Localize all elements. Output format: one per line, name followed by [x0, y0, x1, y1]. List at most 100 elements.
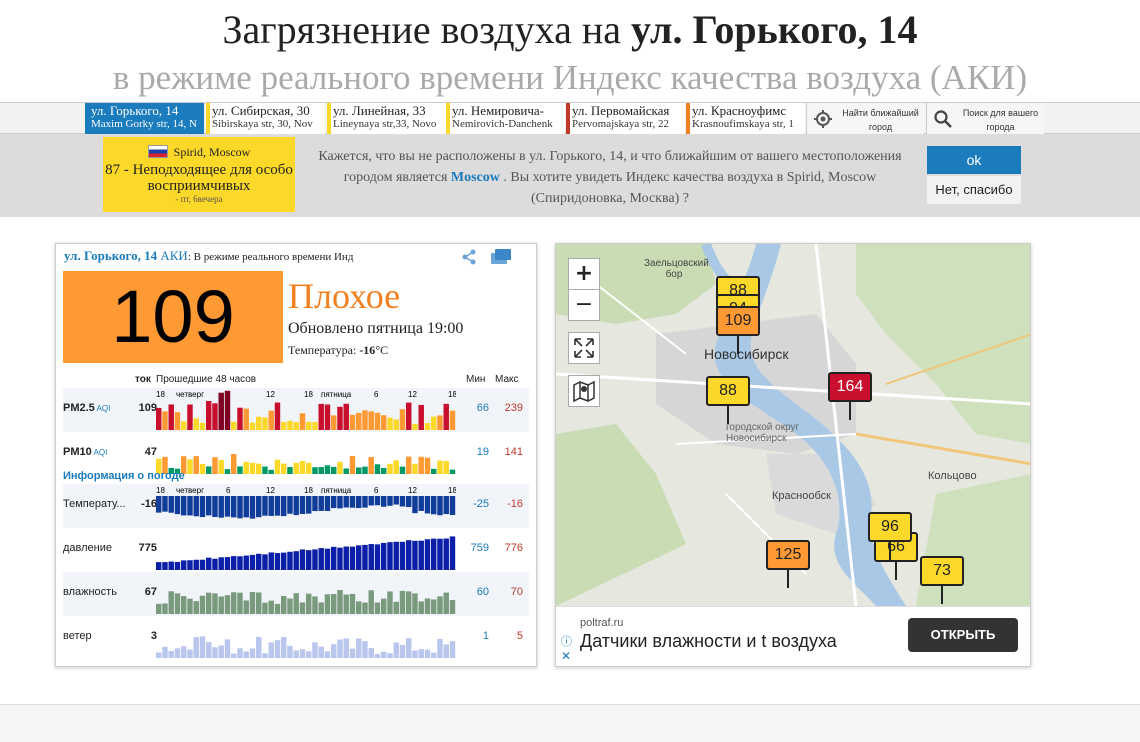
- spark-bar: [418, 404, 424, 430]
- row-sparkline: [156, 636, 456, 658]
- spark-bar: [287, 598, 293, 614]
- suggestion-city-link[interactable]: Moscow: [451, 170, 500, 185]
- station-pin[interactable]: 164: [828, 372, 872, 420]
- spark-bar: [199, 463, 206, 474]
- row-cur: -16: [141, 498, 157, 510]
- spark-bar: [418, 456, 424, 474]
- ad-open-button[interactable]: ОТКРЫТЬ: [908, 618, 1018, 652]
- tab-name: ул. Сибирская, 30: [212, 103, 310, 118]
- spark-bar: [324, 548, 331, 570]
- spark-bar: [406, 638, 412, 658]
- spark-bar: [206, 642, 212, 658]
- history-row[interactable]: давление 775 759 776: [63, 528, 529, 572]
- spark-bar: [306, 496, 312, 514]
- station-tab[interactable]: ул. Горького, 14 Maxim Gorky str, 14, N: [85, 103, 204, 134]
- spark-bar: [318, 602, 324, 614]
- history-row[interactable]: влажность 67 60 70: [63, 572, 529, 616]
- spark-bar: [443, 461, 449, 474]
- spark-bar: [206, 496, 212, 516]
- weather-info-header: Информация о погоде: [63, 470, 185, 482]
- spark-bar: [374, 653, 381, 658]
- ad-info-icon[interactable]: ⓘ: [561, 633, 572, 649]
- search-city-button[interactable]: Поиск для вашего города: [926, 103, 1044, 134]
- spark-bar: [293, 422, 299, 430]
- spark-bar: [387, 542, 393, 570]
- row-min: 1: [482, 630, 489, 642]
- station-tab[interactable]: ул. Немировича- Nemirovich-Danchenk: [446, 103, 565, 134]
- spark-bar: [156, 496, 162, 513]
- spark-bar: [212, 593, 218, 614]
- spark-bar: [418, 649, 424, 658]
- spark-bar: [212, 496, 218, 518]
- spark-bar: [274, 553, 281, 570]
- spark-bar: [168, 650, 174, 658]
- hour-tick: 18: [448, 486, 456, 495]
- spark-bar: [343, 468, 349, 474]
- tab-subname: Maxim Gorky str, 14, N: [91, 118, 197, 130]
- station-pin[interactable]: 88: [706, 376, 750, 424]
- spark-bar: [399, 409, 406, 430]
- station-tab[interactable]: ул. Первомайская Pervomajskaya str, 22: [566, 103, 685, 134]
- zoom-out-button[interactable]: −: [568, 289, 600, 321]
- spark-bar: [156, 407, 162, 430]
- find-nearest-button[interactable]: Найти ближайший город: [806, 103, 924, 134]
- spark-bar: [268, 410, 274, 430]
- row-sparkline: 18 6 12 18 6 12 18 четверг пятница: [156, 486, 456, 519]
- station-pin[interactable]: 125: [766, 540, 810, 588]
- station-tab[interactable]: ул. Сибирская, 30 Sibirskaya str, 30, No…: [206, 103, 325, 134]
- history-row[interactable]: PM2.5 AQI10966239186121861218четвергпятн…: [63, 388, 529, 432]
- spark-bar: [418, 540, 424, 570]
- tab-subname: Lineynaya str,33, Novo: [333, 118, 437, 130]
- spark-bar: [156, 603, 162, 614]
- station-pin[interactable]: 73: [920, 556, 964, 604]
- search-icon: [934, 110, 952, 128]
- station-pin[interactable]: 109: [716, 306, 760, 354]
- col-past-header: Прошедшие 48 часов: [156, 374, 257, 385]
- spark-bar: [268, 642, 274, 658]
- fullscreen-button[interactable]: [568, 332, 600, 364]
- spark-bar: [256, 592, 262, 614]
- ad-text[interactable]: Датчики влажности и t воздуха: [580, 631, 837, 652]
- spark-bar: [299, 649, 306, 658]
- widget-station-name[interactable]: ул. Горького, 14: [64, 248, 157, 263]
- temperature-unit: °C: [375, 343, 389, 357]
- hour-tick: 12: [408, 390, 417, 399]
- ok-button[interactable]: ok: [927, 146, 1021, 174]
- spark-bar: [312, 422, 318, 430]
- spark-bar: [281, 463, 287, 474]
- col-current-header: ток: [135, 374, 151, 385]
- embed-widget-icon[interactable]: [491, 249, 511, 264]
- page-subtitle: в режиме реального времени Индекс качест…: [112, 58, 1028, 97]
- spark-bar: [224, 639, 231, 658]
- spark-bar: [437, 538, 443, 570]
- history-row[interactable]: Температу... -16 -25 -16 18 6 12 18 6 12 18 четверг…: [63, 484, 529, 528]
- station-pin[interactable]: 96: [868, 512, 912, 560]
- zoom-in-button[interactable]: +: [568, 258, 600, 290]
- station-tab[interactable]: ул. Красноуфимс Krasnoufimskaya str, 1: [686, 103, 805, 134]
- spark-bar: [312, 467, 318, 474]
- spark-bar: [431, 652, 437, 658]
- no-thanks-button[interactable]: Нет, спасибо: [927, 176, 1021, 204]
- ad-banner[interactable]: ⓘ ✕ poltraf.ru Датчики влажности и t воз…: [556, 606, 1030, 666]
- day-label: пятница: [321, 390, 352, 399]
- map-panel[interactable]: + − Заельцовский бор Новосибирск городск…: [555, 243, 1031, 667]
- row-max: -16: [507, 498, 523, 510]
- row-label: давление: [63, 542, 113, 554]
- spark-bar: [337, 547, 343, 570]
- spark-bar: [249, 422, 256, 430]
- station-tab[interactable]: ул. Линейная, 33 Lineynaya str,33, Novo: [327, 103, 446, 134]
- share-icon[interactable]: [462, 249, 476, 265]
- spark-bar: [424, 423, 431, 430]
- spark-bar: [387, 496, 393, 506]
- suggested-city-card[interactable]: Spirid, Moscow 87 - Неподходящее для осо…: [103, 137, 295, 212]
- search-city-label: Поиск для вашего города: [962, 108, 1039, 132]
- spark-bar: [356, 601, 362, 614]
- tab-name: ул. Первомайская: [572, 103, 670, 118]
- spark-bar: [399, 541, 406, 570]
- ad-close-icon[interactable]: ✕: [561, 649, 571, 663]
- history-row[interactable]: ветер 3 1 5: [63, 616, 529, 660]
- spark-bar: [231, 421, 237, 430]
- row-max: 70: [510, 586, 523, 598]
- spark-bar: [262, 653, 268, 658]
- map-layers-button[interactable]: [568, 375, 600, 407]
